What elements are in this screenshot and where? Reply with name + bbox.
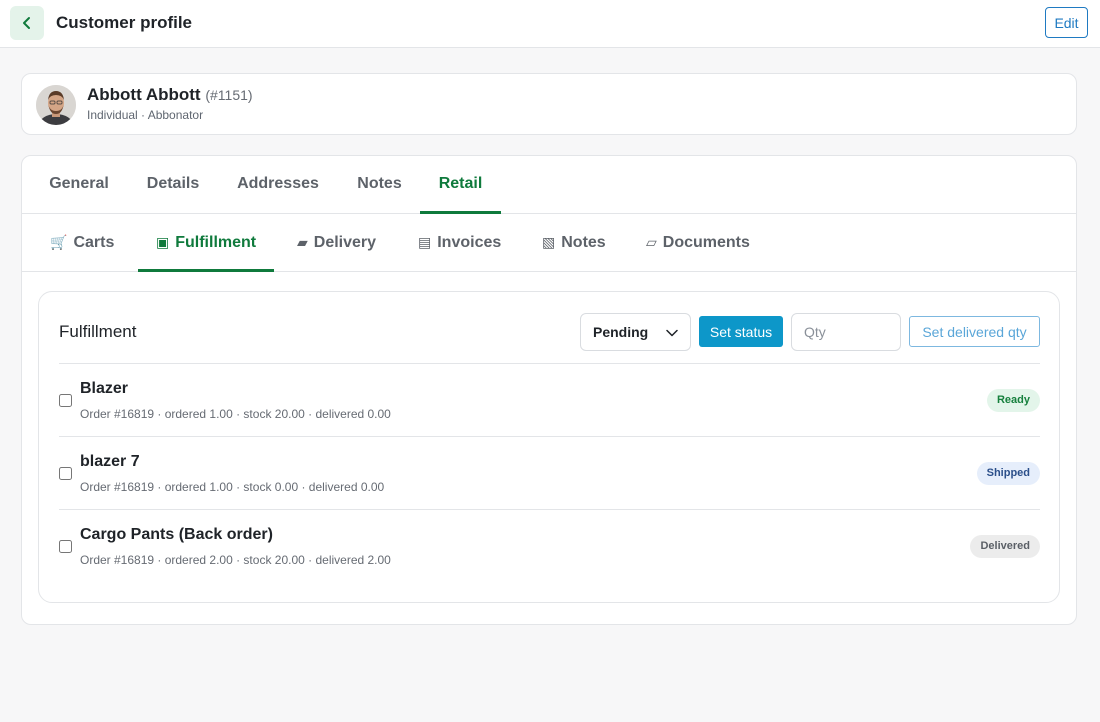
status-select-value: Pending bbox=[593, 324, 649, 340]
subtab-delivery[interactable]: ▰ Delivery bbox=[297, 214, 376, 272]
fulfillment-title: Fulfillment bbox=[59, 322, 137, 341]
top-bar: Customer profile Edit bbox=[0, 0, 1100, 48]
item-meta: Order #16819 · ordered 1.00 · stock 20.0… bbox=[80, 407, 391, 421]
tab-addresses[interactable]: Addresses bbox=[236, 156, 320, 214]
item-meta: Order #16819 · ordered 1.00 · stock 0.00… bbox=[80, 480, 385, 494]
fulfillment-row: Cargo Pants (Back order) Order #16819 · … bbox=[59, 510, 1040, 583]
subtab-notes-label: Notes bbox=[561, 234, 606, 251]
notes-icon: ▧ bbox=[542, 234, 556, 250]
row-checkbox[interactable] bbox=[59, 467, 72, 480]
subtab-documents[interactable]: ▱ Documents bbox=[646, 214, 750, 272]
cart-icon: 🛒 bbox=[50, 234, 68, 250]
subtab-fulfillment[interactable]: ▣ Fulfillment bbox=[138, 214, 275, 272]
item-name: Cargo Pants (Back order) bbox=[80, 526, 273, 543]
row-checkbox[interactable] bbox=[59, 540, 72, 553]
customer-name-text: Abbott Abbott bbox=[87, 85, 201, 104]
tab-retail[interactable]: Retail bbox=[420, 156, 501, 214]
subtab-documents-label: Documents bbox=[662, 234, 750, 251]
customer-subtitle: Individual · Abbonator bbox=[87, 108, 204, 122]
status-badge: Ready bbox=[986, 389, 1040, 412]
retail-card: General Details Addresses Notes Retail 🛒… bbox=[21, 155, 1077, 625]
page-title: Customer profile bbox=[56, 13, 193, 32]
avatar bbox=[36, 85, 76, 125]
subtab-delivery-label: Delivery bbox=[313, 234, 377, 251]
invoice-icon: ▤ bbox=[418, 234, 432, 250]
subtab-invoices[interactable]: ▤ Invoices bbox=[418, 214, 501, 272]
qty-input[interactable] bbox=[791, 313, 901, 351]
fulfillment-icon: ▣ bbox=[156, 234, 170, 250]
row-checkbox[interactable] bbox=[59, 394, 72, 407]
item-name: Blazer bbox=[80, 380, 129, 397]
set-status-button[interactable]: Set status bbox=[699, 316, 783, 347]
status-badge: Delivered bbox=[970, 535, 1040, 558]
customer-name: Abbott Abbott (#1151) bbox=[87, 85, 253, 105]
set-delivered-qty-button[interactable]: Set delivered qty bbox=[909, 316, 1040, 347]
item-name: blazer 7 bbox=[80, 453, 140, 470]
customer-profile-card: Abbott Abbott (#1151) Individual · Abbon… bbox=[21, 73, 1077, 135]
subtab-carts[interactable]: 🛒 Carts bbox=[50, 214, 114, 272]
tab-details[interactable]: Details bbox=[146, 156, 200, 214]
fulfillment-panel: Fulfillment Pending Set status Set deliv… bbox=[38, 291, 1060, 603]
status-badge: Shipped bbox=[976, 462, 1040, 485]
back-button[interactable] bbox=[10, 6, 44, 40]
documents-icon: ▱ bbox=[646, 234, 657, 250]
subtab-invoices-label: Invoices bbox=[437, 234, 502, 251]
subtab-fulfillment-label: Fulfillment bbox=[175, 234, 257, 251]
fulfillment-row: Blazer Order #16819 · ordered 1.00 · sto… bbox=[59, 364, 1040, 437]
profile-tabs: General Details Addresses Notes Retail bbox=[22, 156, 1076, 214]
tab-notes[interactable]: Notes bbox=[356, 156, 403, 214]
chevron-left-icon bbox=[23, 17, 30, 29]
subtab-notes[interactable]: ▧ Notes bbox=[542, 214, 606, 272]
chevron-down-icon bbox=[666, 329, 678, 337]
retail-subtabs: 🛒 Carts ▣ Fulfillment ▰ Delivery ▤ Invoices … bbox=[22, 214, 1076, 272]
delivery-icon: ▰ bbox=[297, 234, 308, 250]
status-select[interactable]: Pending bbox=[580, 313, 691, 351]
tab-general[interactable]: General bbox=[48, 156, 110, 214]
fulfillment-row: blazer 7 Order #16819 · ordered 1.00 · s… bbox=[59, 437, 1040, 510]
avatar-image bbox=[36, 85, 76, 125]
item-meta: Order #16819 · ordered 2.00 · stock 20.0… bbox=[80, 553, 391, 567]
edit-button[interactable]: Edit bbox=[1045, 7, 1088, 38]
subtab-carts-label: Carts bbox=[73, 234, 115, 251]
customer-id: (#1151) bbox=[205, 87, 253, 103]
